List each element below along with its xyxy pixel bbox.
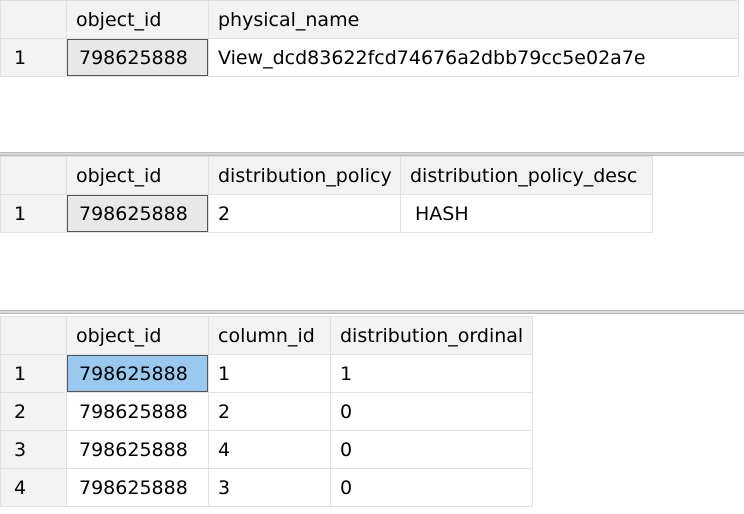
result-grid-3: object_id column_id distribution_ordinal…	[0, 316, 744, 514]
table-row: 2 798625888 2 0	[0, 392, 533, 431]
cell-distribution-policy[interactable]: 2	[208, 194, 401, 233]
result-grid-2: object_id distribution_policy distributi…	[0, 156, 744, 310]
cell-column-id[interactable]: 3	[208, 468, 331, 507]
column-header-distribution-policy[interactable]: distribution_policy	[208, 156, 401, 195]
row-number[interactable]: 4	[0, 468, 67, 507]
table-row: 4 798625888 3 0	[0, 468, 533, 507]
cell-object-id[interactable]: 798625888	[66, 468, 209, 507]
table-row: 1 798625888 1 1	[0, 354, 533, 393]
header-row: object_id distribution_policy distributi…	[0, 156, 653, 195]
table-row: 1 798625888 View_dcd83622fcd74676a2dbb79…	[0, 38, 739, 77]
column-header-object-id[interactable]: object_id	[66, 156, 209, 195]
row-number[interactable]: 3	[0, 430, 67, 469]
cell-physical-name[interactable]: View_dcd83622fcd74676a2dbb79cc5e02a7e	[208, 38, 739, 77]
row-number[interactable]: 2	[0, 392, 67, 431]
column-header-column-id[interactable]: column_id	[208, 316, 331, 355]
corner-cell[interactable]	[0, 316, 67, 355]
cell-column-id[interactable]: 1	[208, 354, 331, 393]
result-table-3: object_id column_id distribution_ordinal…	[0, 316, 533, 507]
cell-object-id[interactable]: 798625888	[66, 430, 209, 469]
table-row: 3 798625888 4 0	[0, 430, 533, 469]
results-splitter-2[interactable]	[0, 310, 744, 314]
cell-object-id[interactable]: 798625888	[66, 354, 209, 393]
result-grid-1: object_id physical_name 1 798625888 View…	[0, 0, 744, 152]
row-number[interactable]: 1	[0, 194, 67, 233]
cell-column-id[interactable]: 4	[208, 430, 331, 469]
cell-column-id[interactable]: 2	[208, 392, 331, 431]
result-table-2: object_id distribution_policy distributi…	[0, 156, 653, 233]
corner-cell[interactable]	[0, 0, 67, 39]
column-header-physical-name[interactable]: physical_name	[208, 0, 739, 39]
header-row: object_id physical_name	[0, 0, 739, 39]
result-table-1: object_id physical_name 1 798625888 View…	[0, 0, 739, 77]
cell-object-id[interactable]: 798625888	[66, 38, 209, 77]
column-header-object-id[interactable]: object_id	[66, 316, 209, 355]
column-header-distribution-policy-desc[interactable]: distribution_policy_desc	[400, 156, 653, 195]
row-number[interactable]: 1	[0, 38, 67, 77]
header-row: object_id column_id distribution_ordinal	[0, 316, 533, 355]
column-header-object-id[interactable]: object_id	[66, 0, 209, 39]
cell-distribution-ordinal[interactable]: 0	[330, 430, 533, 469]
cell-distribution-policy-desc[interactable]: HASH	[400, 194, 653, 233]
corner-cell[interactable]	[0, 156, 67, 195]
cell-object-id[interactable]: 798625888	[66, 194, 209, 233]
column-header-distribution-ordinal[interactable]: distribution_ordinal	[330, 316, 533, 355]
row-number[interactable]: 1	[0, 354, 67, 393]
cell-distribution-ordinal[interactable]: 0	[330, 468, 533, 507]
cell-distribution-ordinal[interactable]: 1	[330, 354, 533, 393]
cell-object-id[interactable]: 798625888	[66, 392, 209, 431]
table-row: 1 798625888 2 HASH	[0, 194, 653, 233]
cell-distribution-ordinal[interactable]: 0	[330, 392, 533, 431]
